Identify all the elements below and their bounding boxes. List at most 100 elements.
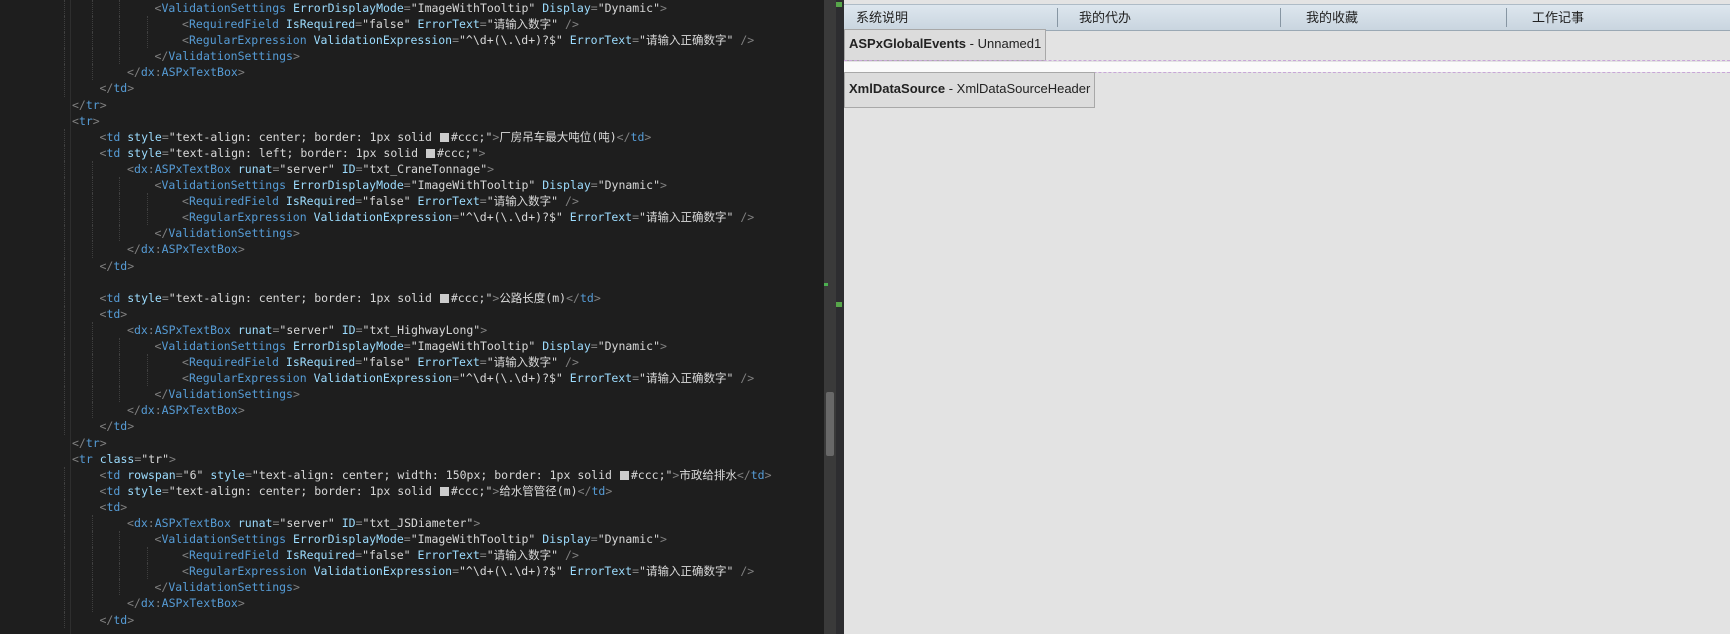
indent-guide (64, 32, 65, 49)
code-token: "^\d+(\.\d+)?$" (459, 564, 563, 579)
code-line: <RequiredField IsRequired = "false" ErrorT… (64, 193, 824, 210)
code-token: "请输入数字" (486, 355, 559, 370)
code-token: ErrorText (417, 194, 480, 209)
code-token: ErrorText (569, 33, 633, 48)
code-token: </ (154, 387, 169, 402)
nav-tab-my-favorites[interactable]: 我的收藏 (1294, 5, 1358, 30)
code-token: > (92, 113, 100, 128)
code-line-content: <td style="text-align: center; border: 1… (100, 290, 601, 306)
code-line-content: </td> (100, 418, 135, 434)
code-token: /> (740, 210, 755, 225)
nav-tab-system-info[interactable]: 系统说明 (844, 5, 908, 30)
code-token: > (237, 403, 245, 418)
indent-guide (146, 32, 148, 49)
code-line-content: <ValidationSettings ErrorDisplayMode="Im… (155, 338, 667, 354)
code-token: : (154, 65, 162, 80)
code-token: < (182, 33, 189, 48)
indent-guide (64, 241, 65, 258)
code-line: </dx:ASPxTextBox> (64, 241, 824, 258)
indent-guide (64, 257, 65, 274)
code-token: > (292, 49, 300, 64)
code-token: </ (99, 258, 114, 273)
editor-vertical-scrollbar[interactable] (824, 0, 836, 634)
code-token: runat (237, 161, 273, 176)
code-token: ValidationSettings (161, 532, 287, 547)
code-token: runat (237, 322, 273, 337)
code-line: </dx:ASPxTextBox> (64, 64, 824, 81)
code-token: RequiredField (188, 17, 279, 32)
code-token: #ccc;" (630, 467, 673, 482)
code-token: < (72, 113, 79, 128)
code-token: "text-align: center; width: 150px; borde… (251, 467, 619, 482)
code-token: = (403, 178, 411, 193)
code-line-content: </ValidationSettings> (155, 48, 300, 64)
xml-data-source-control[interactable]: XmlDataSource - XmlDataSourceHeader (844, 72, 1096, 108)
code-line-content: </dx:ASPxTextBox> (127, 241, 245, 257)
code-token: td (113, 81, 128, 96)
scroll-thumb[interactable] (826, 392, 834, 456)
code-token: = (632, 371, 640, 386)
code-line-content: </dx:ASPxTextBox> (127, 64, 245, 80)
code-line: </ValidationSettings> (64, 386, 824, 403)
indent-guide (119, 193, 120, 210)
code-line-content: </td> (100, 258, 135, 274)
code-token: td (630, 129, 645, 144)
code-token: ErrorDisplayMode (293, 1, 404, 15)
indent-guide (119, 337, 120, 355)
editor-gutter (70, 0, 71, 634)
code-token: td (106, 306, 121, 321)
indent-guide (91, 386, 93, 403)
split-view-splitter[interactable] (836, 0, 844, 634)
indent-guide (64, 337, 65, 355)
indent-guide (64, 16, 65, 33)
code-token: </ (154, 49, 169, 64)
nav-tab-work-notes[interactable]: 工作记事 (1520, 5, 1584, 30)
indent-guide (64, 273, 65, 290)
indent-guide (91, 321, 93, 338)
code-token: </ (616, 129, 631, 144)
code-token: ErrorText (569, 210, 633, 225)
code-token: runat (237, 516, 273, 530)
control-type: XmlDataSource (849, 81, 946, 96)
nav-tab-my-todo[interactable]: 我的代办 (1067, 5, 1131, 30)
code-line-content: <ValidationSettings ErrorDisplayMode="Im… (155, 177, 667, 193)
code-token: </ (99, 419, 114, 434)
code-token: td (591, 483, 606, 498)
color-swatch-icon (425, 148, 435, 158)
indent-guide (91, 160, 93, 178)
code-token: "Dynamic" (597, 338, 660, 353)
code-token: "ImageWithTooltip" (410, 1, 536, 15)
code-line-content: </ValidationSettings> (155, 225, 300, 241)
indent-guide (64, 160, 65, 178)
code-line: <dx:ASPxTextBox runat="server" ID="txt_C… (64, 160, 824, 178)
code-token: : (154, 403, 162, 418)
design-surface[interactable]: 系统说明 我的代办 我的收藏 工作记事 ASPxGlobalEvents - U… (844, 0, 1730, 634)
code-token: < (182, 564, 189, 579)
code-token: Display (542, 338, 591, 353)
code-token: > (292, 226, 300, 241)
code-token: ID (341, 322, 356, 337)
code-line: <RegularExpression ValidationExpression=… (64, 209, 824, 226)
code-token: < (182, 355, 189, 370)
code-token: #ccc;" (450, 290, 493, 305)
code-line: <dx:ASPxTextBox runat="server" ID="txt_H… (64, 321, 824, 338)
code-token: 厂房吊车最大吨位(吨) (499, 129, 617, 144)
code-token: "text-align: center; border: 1px solid (168, 129, 439, 144)
code-token: "请输入正确数字" (639, 33, 734, 48)
code-token: ASPxTextBox (154, 322, 231, 337)
code-line: </dx:ASPxTextBox> (64, 595, 824, 612)
code-token: /> (740, 371, 755, 386)
code-token: "ImageWithTooltip" (410, 532, 536, 547)
indent-guide (64, 209, 65, 226)
code-token: > (127, 258, 135, 273)
code-token: = (452, 371, 459, 386)
code-token: ValidationExpression (313, 210, 453, 225)
code-token: /> (565, 355, 579, 370)
aspx-global-events-control[interactable]: ASPxGlobalEvents - Unnamed1 (844, 29, 1047, 61)
splitter-marker-mid (836, 302, 842, 307)
code-token: RequiredField (188, 548, 279, 563)
code-token: = (590, 338, 598, 353)
code-editor[interactable]: < ValidationSettings ErrorDisplayMode = "Im… (0, 0, 824, 634)
